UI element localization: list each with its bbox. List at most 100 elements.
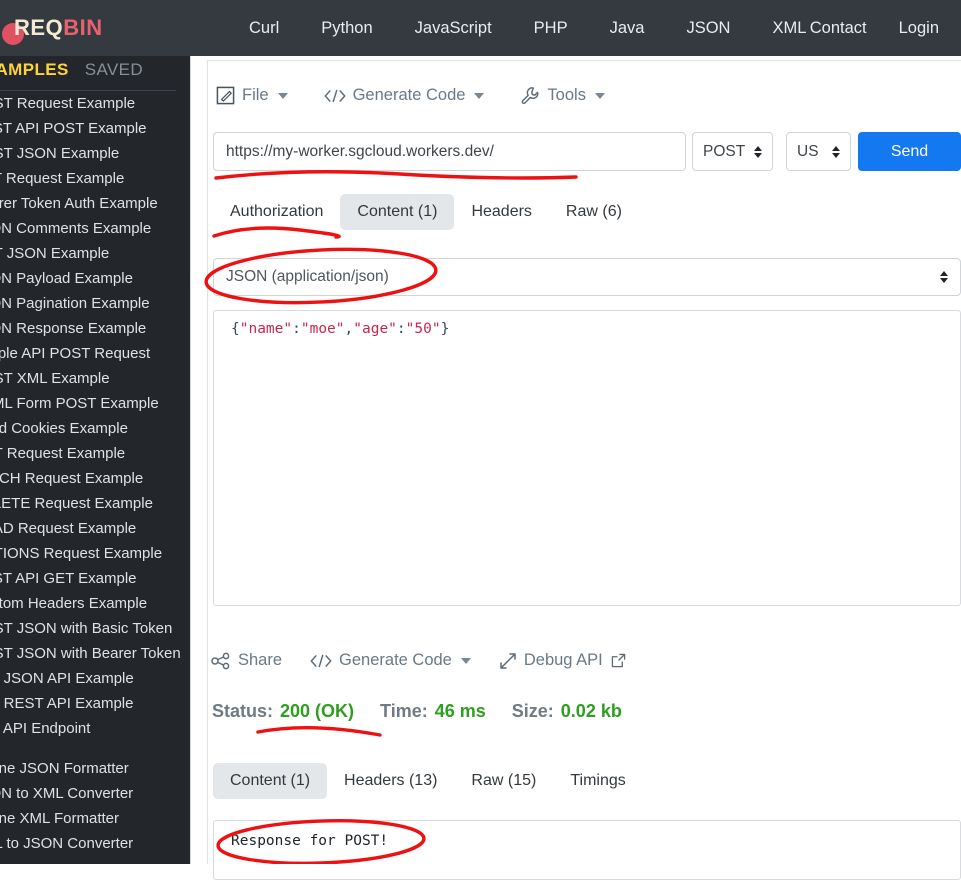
brand-bin-text: BIN — [63, 15, 103, 40]
sidebar-tool-item-2[interactable]: Online XML Formatter — [0, 806, 190, 831]
request-tabs: Authorization Content (1) Headers Raw (6… — [213, 194, 639, 230]
debug-api-label: Debug API — [523, 651, 603, 669]
time-label: Time: — [380, 701, 428, 721]
spinner-arrows-icon — [832, 145, 840, 158]
sidebar-item-7[interactable]: JSON Payload Example — [0, 266, 190, 291]
sidebar-item-25[interactable]: Test API Endpoint — [0, 716, 190, 741]
sidebar-item-16[interactable]: DELETE Request Example — [0, 491, 190, 516]
region-select[interactable]: US — [786, 132, 851, 171]
nav-item-json[interactable]: JSON — [665, 0, 751, 56]
resp-tab-timings[interactable]: Timings — [553, 763, 642, 799]
code-brackets-icon — [310, 653, 332, 669]
json-punct: { — [231, 321, 240, 337]
json-punct: : — [396, 321, 406, 337]
edit-file-icon — [216, 86, 235, 105]
http-method-value: POST — [703, 142, 746, 160]
generate-code-button[interactable]: Generate Code — [324, 82, 499, 109]
file-menu-button[interactable]: File — [216, 82, 302, 109]
resp-tab-headers[interactable]: Headers (13) — [327, 763, 454, 799]
sidebar-tools-list: Online JSON FormatterJSON to XML Convert… — [0, 756, 190, 856]
nav-item-python[interactable]: Python — [300, 0, 393, 56]
nav-item-login[interactable]: Login — [883, 0, 955, 56]
content-type-value: JSON (application/json) — [226, 268, 389, 285]
sidebar-item-2[interactable]: POST JSON Example — [0, 141, 190, 166]
nav-item-contact[interactable]: Contact — [794, 0, 883, 56]
sidebar-item-9[interactable]: JSON Response Example — [0, 316, 190, 341]
sidebar-item-14[interactable]: GET Request Example — [0, 441, 190, 466]
sidebar-item-19[interactable]: REST API GET Example — [0, 566, 190, 591]
json-punct: } — [440, 321, 450, 337]
brand-logo[interactable]: REQBIN — [14, 15, 103, 41]
sidebar-item-5[interactable]: JSON Comments Example — [0, 216, 190, 241]
time-value: 46 ms — [434, 701, 486, 721]
tab-headers[interactable]: Headers — [454, 194, 548, 230]
brand-req-text: REQ — [14, 15, 64, 40]
sidebar-item-12[interactable]: HTML Form POST Example — [0, 391, 190, 416]
sidebar-item-21[interactable]: POST JSON with Basic Token — [0, 616, 190, 641]
sidebar-item-3[interactable]: PUT Request Example — [0, 166, 190, 191]
tools-menu-label: Tools — [547, 86, 586, 104]
status-value: 200 (OK) — [280, 701, 355, 721]
sidebar-item-10[interactable]: Simple API POST Request — [0, 341, 190, 366]
spinner-arrows-icon — [940, 271, 948, 283]
account-menu: Contact Login — [794, 0, 955, 56]
status-label: Status: — [212, 701, 274, 721]
sidebar-item-18[interactable]: OPTIONS Request Example — [0, 541, 190, 566]
sidebar-tool-item-0[interactable]: Online JSON Formatter — [0, 756, 190, 781]
sidebar-tool-item-1[interactable]: JSON to XML Converter — [0, 781, 190, 806]
send-button[interactable]: Send — [858, 132, 961, 171]
debug-api-button[interactable]: Debug API — [499, 651, 626, 670]
sidebar-item-13[interactable]: Send Cookies Example — [0, 416, 190, 441]
url-input[interactable] — [213, 132, 686, 171]
request-body-editor[interactable]: {"name":"moe","age":"50"} — [213, 310, 961, 606]
sidebar-item-17[interactable]: HEAD Request Example — [0, 516, 190, 541]
response-content-area[interactable]: Response for POST! — [213, 820, 961, 880]
json-punct: : — [292, 321, 301, 337]
arrows-expand-icon — [499, 652, 517, 670]
chevron-down-icon — [594, 92, 605, 99]
http-method-select[interactable]: POST — [692, 132, 773, 171]
sidebar-item-4[interactable]: Bearer Token Auth Example — [0, 191, 190, 216]
tab-raw[interactable]: Raw (6) — [549, 194, 639, 230]
nav-item-java[interactable]: Java — [589, 0, 666, 56]
main-menu: Curl Python JavaScript PHP Java JSON XML — [228, 0, 827, 56]
chevron-down-icon — [460, 657, 471, 664]
sidebar-tab-saved[interactable]: SAVED — [85, 60, 143, 80]
tools-menu-button[interactable]: Tools — [520, 82, 619, 109]
json-value-name: "moe" — [300, 321, 345, 337]
sidebar-tab-examples[interactable]: EXAMPLES — [0, 60, 69, 80]
nav-item-javascript[interactable]: JavaScript — [394, 0, 513, 56]
sidebar-item-24[interactable]: Test REST API Example — [0, 691, 190, 716]
tab-content[interactable]: Content (1) — [340, 194, 455, 230]
json-key-age: "age" — [353, 321, 397, 337]
share-button[interactable]: Share — [211, 651, 282, 670]
generate-code-button-2[interactable]: Generate Code — [310, 651, 471, 670]
sidebar-item-8[interactable]: JSON Pagination Example — [0, 291, 190, 316]
resp-tab-content[interactable]: Content (1) — [213, 763, 328, 799]
nav-item-curl[interactable]: Curl — [228, 0, 300, 56]
response-content-text: Response for POST! — [231, 833, 389, 849]
sidebar-item-23[interactable]: Test JSON API Example — [0, 666, 190, 691]
sidebar-item-11[interactable]: POST XML Example — [0, 366, 190, 391]
size-label: Size: — [511, 701, 554, 721]
top-navigation-bar: REQBIN Curl Python JavaScript PHP Java J… — [0, 0, 961, 56]
sidebar-item-15[interactable]: PATCH Request Example — [0, 466, 190, 491]
external-link-icon — [611, 653, 626, 668]
sidebar-tool-item-3[interactable]: XML to JSON Converter — [0, 831, 190, 856]
sidebar-item-6[interactable]: GET JSON Example — [0, 241, 190, 266]
content-type-select[interactable]: JSON (application/json) — [213, 258, 961, 296]
nav-item-php[interactable]: PHP — [513, 0, 589, 56]
sidebar-item-22[interactable]: POST JSON with Bearer Token — [0, 641, 190, 666]
resp-tab-raw[interactable]: Raw (15) — [454, 763, 553, 799]
sidebar-item-20[interactable]: Custom Headers Example — [0, 591, 190, 616]
sidebar-item-1[interactable]: REST API POST Example — [0, 116, 190, 141]
sidebar-item-0[interactable]: POST Request Example — [0, 91, 190, 116]
json-value-age: "50" — [405, 321, 441, 337]
response-tabs: Content (1) Headers (13) Raw (15) Timing… — [213, 763, 643, 799]
region-value: US — [797, 142, 819, 160]
json-punct: , — [344, 321, 354, 337]
generate-code-label-2: Generate Code — [339, 651, 452, 669]
tab-authorization[interactable]: Authorization — [213, 194, 340, 230]
